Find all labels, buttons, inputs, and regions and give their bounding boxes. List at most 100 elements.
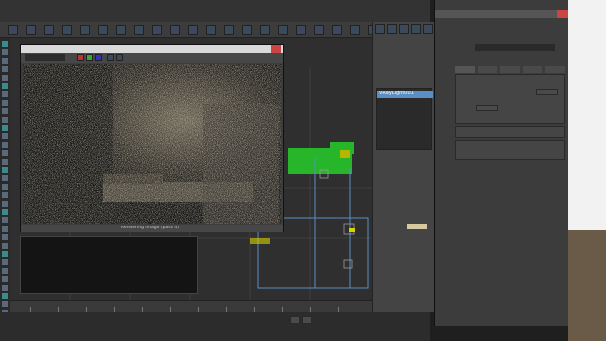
save-image-icon[interactable]: [107, 54, 114, 61]
channel-select[interactable]: [25, 54, 65, 61]
background-page: [568, 0, 606, 341]
tab[interactable]: [455, 66, 475, 73]
toolbar-tool-icon[interactable]: [152, 25, 162, 35]
rollout-header[interactable]: [376, 181, 432, 188]
command-strip-icon[interactable]: [2, 125, 8, 131]
command-strip-icon[interactable]: [2, 200, 8, 207]
command-strip-icon[interactable]: [2, 91, 8, 98]
render-option-button[interactable]: [476, 105, 498, 111]
rollout-header[interactable]: [376, 208, 432, 215]
command-strip-icon[interactable]: [2, 284, 8, 291]
play-button[interactable]: [290, 316, 300, 324]
command-strip-icon[interactable]: [2, 141, 8, 148]
command-strip-icon[interactable]: [2, 49, 8, 56]
light-color-swatch[interactable]: [407, 224, 427, 229]
channel-g-icon[interactable]: [86, 54, 93, 61]
command-strip-icon[interactable]: [2, 150, 8, 157]
command-strip-icon[interactable]: [2, 57, 8, 64]
command-strip-icon[interactable]: [2, 183, 8, 190]
modify-tab-icon[interactable]: [387, 24, 397, 34]
gizmo-axis: [349, 228, 355, 232]
clear-icon[interactable]: [116, 54, 123, 61]
command-strip-icon[interactable]: [2, 108, 8, 115]
toolbar-tool-icon[interactable]: [260, 25, 270, 35]
motion-tab-icon[interactable]: [411, 24, 421, 34]
render-setup-dialog: [434, 0, 569, 326]
object-list: VRayLight001: [376, 88, 433, 150]
command-strip-icon[interactable]: [2, 167, 8, 173]
create-tab-icon[interactable]: [375, 24, 385, 34]
object-name[interactable]: VRayLight001: [377, 91, 433, 98]
renderer-select[interactable]: [475, 44, 555, 51]
toolbar-tool-icon[interactable]: [80, 25, 90, 35]
toolbar-tool-icon[interactable]: [8, 25, 18, 35]
toolbar-tool-icon[interactable]: [224, 25, 234, 35]
command-strip-icon[interactable]: [2, 276, 8, 283]
toolbar-tool-icon[interactable]: [170, 25, 180, 35]
render-setup-blank-area: [455, 162, 565, 318]
toolbar-tool-icon[interactable]: [296, 25, 306, 35]
toolbar-tool-icon[interactable]: [134, 25, 144, 35]
main-toolbar: [0, 22, 430, 38]
command-strip-icon[interactable]: [2, 234, 8, 241]
light-gizmo: [340, 150, 350, 158]
toolbar-tool-icon[interactable]: [332, 25, 342, 35]
light-gizmo: [343, 259, 353, 269]
command-strip-icon[interactable]: [2, 83, 8, 89]
toolbar-tool-icon[interactable]: [206, 25, 216, 35]
toolbar-tool-icon[interactable]: [98, 25, 108, 35]
rollout-header[interactable]: [376, 163, 432, 170]
hierarchy-tab-icon[interactable]: [399, 24, 409, 34]
command-strip-icon[interactable]: [2, 192, 8, 199]
toolbar-tool-icon[interactable]: [62, 25, 72, 35]
toolbar-tool-icon[interactable]: [314, 25, 324, 35]
rollout-header[interactable]: [376, 154, 432, 161]
command-strip-icon[interactable]: [2, 217, 8, 224]
panel-tabs: [375, 24, 433, 34]
tab[interactable]: [522, 66, 543, 73]
command-strip-icon[interactable]: [2, 116, 8, 123]
command-strip-icon[interactable]: [2, 225, 8, 232]
toolbar-tool-icon[interactable]: [26, 25, 36, 35]
tab[interactable]: [477, 66, 498, 73]
status-bar: [0, 312, 430, 341]
toolbar-tool-icon[interactable]: [116, 25, 126, 35]
toolbar-tool-icon[interactable]: [242, 25, 252, 35]
timeline[interactable]: [10, 300, 372, 312]
command-strip-icon[interactable]: [2, 259, 8, 266]
render-image: [23, 64, 281, 224]
command-strip-icon[interactable]: [2, 66, 8, 73]
command-strip-icon[interactable]: [2, 251, 8, 257]
command-strip-icon[interactable]: [2, 41, 8, 47]
close-icon[interactable]: [271, 45, 281, 53]
command-strip-icon[interactable]: [2, 301, 8, 308]
tab[interactable]: [545, 66, 565, 73]
title-bar: [0, 0, 430, 22]
rollout-header[interactable]: [376, 199, 432, 206]
command-strip-icon[interactable]: [2, 175, 8, 182]
toolbar-tool-icon[interactable]: [188, 25, 198, 35]
command-strip-icon[interactable]: [2, 267, 8, 274]
rollout-header[interactable]: [376, 190, 432, 197]
display-tab-icon[interactable]: [423, 24, 433, 34]
render-tabs: [455, 66, 565, 73]
command-strip-icon[interactable]: [2, 242, 8, 249]
command-strip-icon[interactable]: [2, 133, 8, 140]
frame-buffer-titlebar: [21, 45, 283, 53]
channel-b-icon[interactable]: [95, 54, 102, 61]
render-option-button[interactable]: [536, 89, 558, 95]
command-strip-icon[interactable]: [2, 99, 8, 106]
toolbar-tool-icon[interactable]: [44, 25, 54, 35]
toolbar-tool-icon[interactable]: [350, 25, 360, 35]
bottom-viewport[interactable]: [20, 236, 198, 294]
toolbar-tool-icon[interactable]: [278, 25, 288, 35]
tab[interactable]: [500, 66, 520, 73]
next-frame-button[interactable]: [302, 316, 312, 324]
command-strip-icon[interactable]: [2, 209, 8, 215]
command-strip-icon[interactable]: [2, 293, 8, 299]
command-strip-icon[interactable]: [2, 74, 8, 81]
rollout-header[interactable]: [376, 172, 432, 179]
rollout-header[interactable]: [376, 217, 432, 224]
channel-r-icon[interactable]: [77, 54, 84, 61]
command-strip-icon[interactable]: [2, 158, 8, 165]
